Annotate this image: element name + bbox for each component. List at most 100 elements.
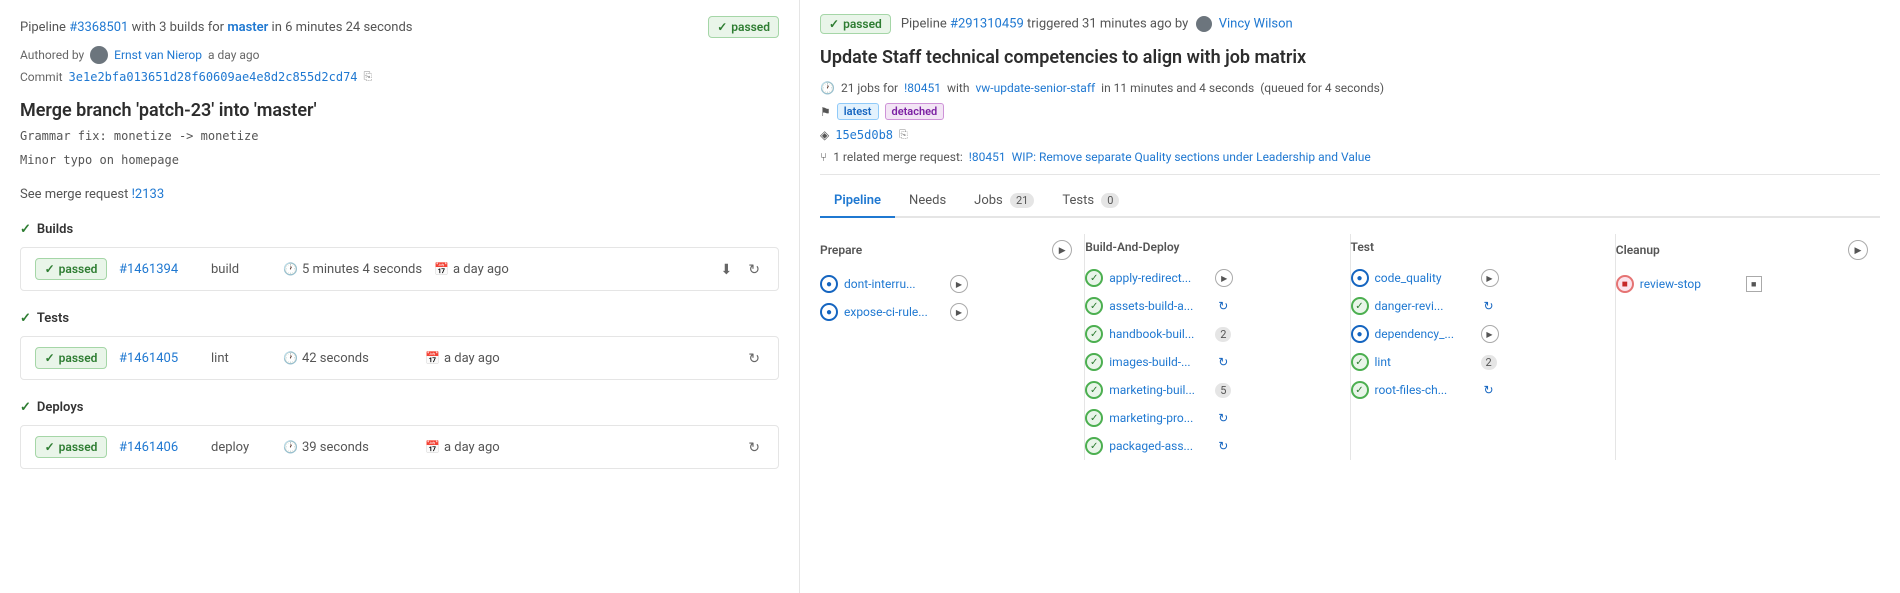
author-name-link[interactable]: Ernst van Nierop <box>114 48 202 62</box>
stage-build-deploy-header: Build-and-deploy <box>1085 234 1337 264</box>
stage-cleanup-play[interactable]: ▶ <box>1848 240 1868 260</box>
tests-tab-count: 0 <box>1101 193 1119 208</box>
rp-copy-icon[interactable]: ⎘ <box>899 128 908 142</box>
test-row: passed #1461405 lint 42 seconds 📅 a day … <box>20 336 779 380</box>
job-apply-redirect-link[interactable]: apply-redirect... <box>1109 271 1209 285</box>
tests-check-icon: ✓ <box>20 311 31 326</box>
deploy-retry-button[interactable]: ↻ <box>744 437 764 458</box>
job-handbook-link[interactable]: handbook-buil... <box>1109 327 1209 341</box>
build-passed-badge: passed <box>35 258 107 280</box>
merge-request-link[interactable]: !2133 <box>132 187 165 202</box>
download-button[interactable]: ⬇ <box>717 259 737 280</box>
job-marketing-buil-link[interactable]: marketing-buil... <box>1109 383 1209 397</box>
commit-icon: ◈ <box>820 128 829 142</box>
tab-pipeline[interactable]: Pipeline <box>820 185 895 218</box>
deploy-actions: ↻ <box>744 437 764 458</box>
jobs-milestone-link[interactable]: !80451 <box>904 81 941 95</box>
clock-icon-3 <box>283 440 298 455</box>
job-review-stop-link[interactable]: review-stop <box>1640 277 1740 291</box>
job-images-build-refresh[interactable]: ↻ <box>1215 354 1231 370</box>
related-merge-id[interactable]: !80451 <box>969 150 1006 164</box>
rp-author-link[interactable]: Vincy Wilson <box>1219 16 1293 31</box>
test-passed-badge: passed <box>35 347 107 369</box>
job-packaged-ass-status: ✓ <box>1085 437 1103 455</box>
jobs-branch-link[interactable]: vw-update-senior-staff <box>975 81 1095 95</box>
job-packaged-ass-refresh[interactable]: ↻ <box>1215 438 1231 454</box>
flag-icon: ⚑ <box>820 105 831 119</box>
author-line: Authored by Ernst van Nierop a day ago <box>20 46 779 64</box>
job-apply-redirect-play[interactable]: ▶ <box>1215 269 1233 287</box>
job-apply-redirect: ✓ apply-redirect... ▶ <box>1085 264 1337 292</box>
stage-prepare-play[interactable]: ▶ <box>1052 240 1072 260</box>
pipeline-time: in 6 minutes 24 seconds <box>272 20 413 35</box>
related-merge-text: 1 related merge request: <box>833 150 963 164</box>
job-expose-ci-link[interactable]: expose-ci-rule... <box>844 305 944 319</box>
rp-title: Update Staff technical competencies to a… <box>820 46 1880 69</box>
job-assets-build-refresh[interactable]: ↻ <box>1215 298 1231 314</box>
author-label: Authored by <box>20 48 84 62</box>
job-review-stop-square[interactable]: ■ <box>1746 276 1762 292</box>
pipeline-id-link[interactable]: #3368501 <box>69 20 128 35</box>
jobs-tab-count: 21 <box>1010 193 1034 208</box>
job-danger-revi-refresh[interactable]: ↻ <box>1481 298 1497 314</box>
job-marketing-pro: ✓ marketing-pro... ↻ <box>1085 404 1337 432</box>
tab-tests[interactable]: Tests 0 <box>1048 185 1133 218</box>
build-id-link[interactable]: #1461394 <box>119 262 199 277</box>
stage-test-header: Test <box>1351 234 1603 264</box>
commit-line: Commit 3e1e2bfa013651d28f60609ae4e8d2c85… <box>20 70 779 84</box>
commit-msg-2: Minor typo on homepage <box>20 153 779 167</box>
job-handbook: ✓ handbook-buil... 2 <box>1085 320 1337 348</box>
build-time: 📅 a day ago <box>434 262 704 277</box>
deploy-row: passed #1461406 deploy 39 seconds 📅 a da… <box>20 425 779 469</box>
pipeline-meta: Pipeline #291310459 triggered 31 minutes… <box>901 16 1293 32</box>
job-packaged-ass-link[interactable]: packaged-ass... <box>1109 439 1209 453</box>
stage-cleanup-header: Cleanup ▶ <box>1616 234 1868 270</box>
rp-commit-hash[interactable]: 15e5d0b8 <box>835 128 893 142</box>
job-lint-link[interactable]: lint <box>1375 355 1475 369</box>
rp-pipeline-id[interactable]: #291310459 <box>950 16 1024 31</box>
test-retry-button[interactable]: ↻ <box>744 348 764 369</box>
job-lint-count: 2 <box>1481 355 1497 370</box>
job-marketing-pro-refresh[interactable]: ↻ <box>1215 410 1231 426</box>
rp-top-bar: passed Pipeline #291310459 triggered 31 … <box>820 14 1880 34</box>
build-actions: ⬇ ↻ <box>717 259 764 280</box>
job-dont-interru-link[interactable]: dont-interru... <box>844 277 944 291</box>
job-expose-ci: ● expose-ci-rule... ▶ <box>820 298 1072 326</box>
related-merge-title[interactable]: WIP: Remove separate Quality sections un… <box>1012 150 1371 164</box>
job-danger-revi-link[interactable]: danger-revi... <box>1375 299 1475 313</box>
job-marketing-pro-link[interactable]: marketing-pro... <box>1109 411 1209 425</box>
deploy-time: 📅 a day ago <box>425 440 732 455</box>
job-code-quality-play[interactable]: ▶ <box>1481 269 1499 287</box>
job-expose-ci-play[interactable]: ▶ <box>950 303 968 321</box>
commit-hash-link[interactable]: 3e1e2bfa013651d28f60609ae4e8d2c855d2cd74 <box>69 70 358 84</box>
job-root-files-refresh[interactable]: ↻ <box>1481 382 1497 398</box>
commit-msg-1: Grammar fix: monetize -> monetize <box>20 129 779 143</box>
retry-button[interactable]: ↻ <box>744 259 764 280</box>
branch-link[interactable]: master <box>227 20 268 35</box>
stage-cleanup: Cleanup ▶ ■ review-stop ■ <box>1616 234 1880 460</box>
test-type: lint <box>211 351 271 366</box>
job-assets-build-link[interactable]: assets-build-a... <box>1109 299 1209 313</box>
job-dependency-play[interactable]: ▶ <box>1481 325 1499 343</box>
tab-needs[interactable]: Needs <box>895 185 960 218</box>
job-images-build: ✓ images-build-... ↻ <box>1085 348 1337 376</box>
job-dependency-link[interactable]: dependency_... <box>1375 327 1475 341</box>
tests-section: ✓ Tests passed #1461405 lint 42 seconds … <box>20 311 779 380</box>
calendar-icon-3: 📅 <box>425 440 440 454</box>
test-id-link[interactable]: #1461405 <box>119 351 199 366</box>
deploy-id-link[interactable]: #1461406 <box>119 440 199 455</box>
job-danger-revi: ✓ danger-revi... ↻ <box>1351 292 1603 320</box>
divider <box>820 174 1880 175</box>
build-duration: 5 minutes 4 seconds <box>283 262 422 277</box>
job-images-build-link[interactable]: images-build-... <box>1109 355 1209 369</box>
job-code-quality-link[interactable]: code_quality <box>1375 271 1475 285</box>
calendar-icon: 📅 <box>434 262 449 276</box>
tests-label: Tests <box>37 311 69 326</box>
job-assets-build: ✓ assets-build-a... ↻ <box>1085 292 1337 320</box>
job-dont-interru-play[interactable]: ▶ <box>950 275 968 293</box>
commit-label: Commit <box>20 70 63 84</box>
stage-prepare: Prepare ▶ ● dont-interru... ▶ ● expose-c… <box>820 234 1085 460</box>
job-root-files-link[interactable]: root-files-ch... <box>1375 383 1475 397</box>
tab-jobs[interactable]: Jobs 21 <box>960 185 1048 218</box>
copy-icon[interactable]: ⎘ <box>364 70 373 84</box>
